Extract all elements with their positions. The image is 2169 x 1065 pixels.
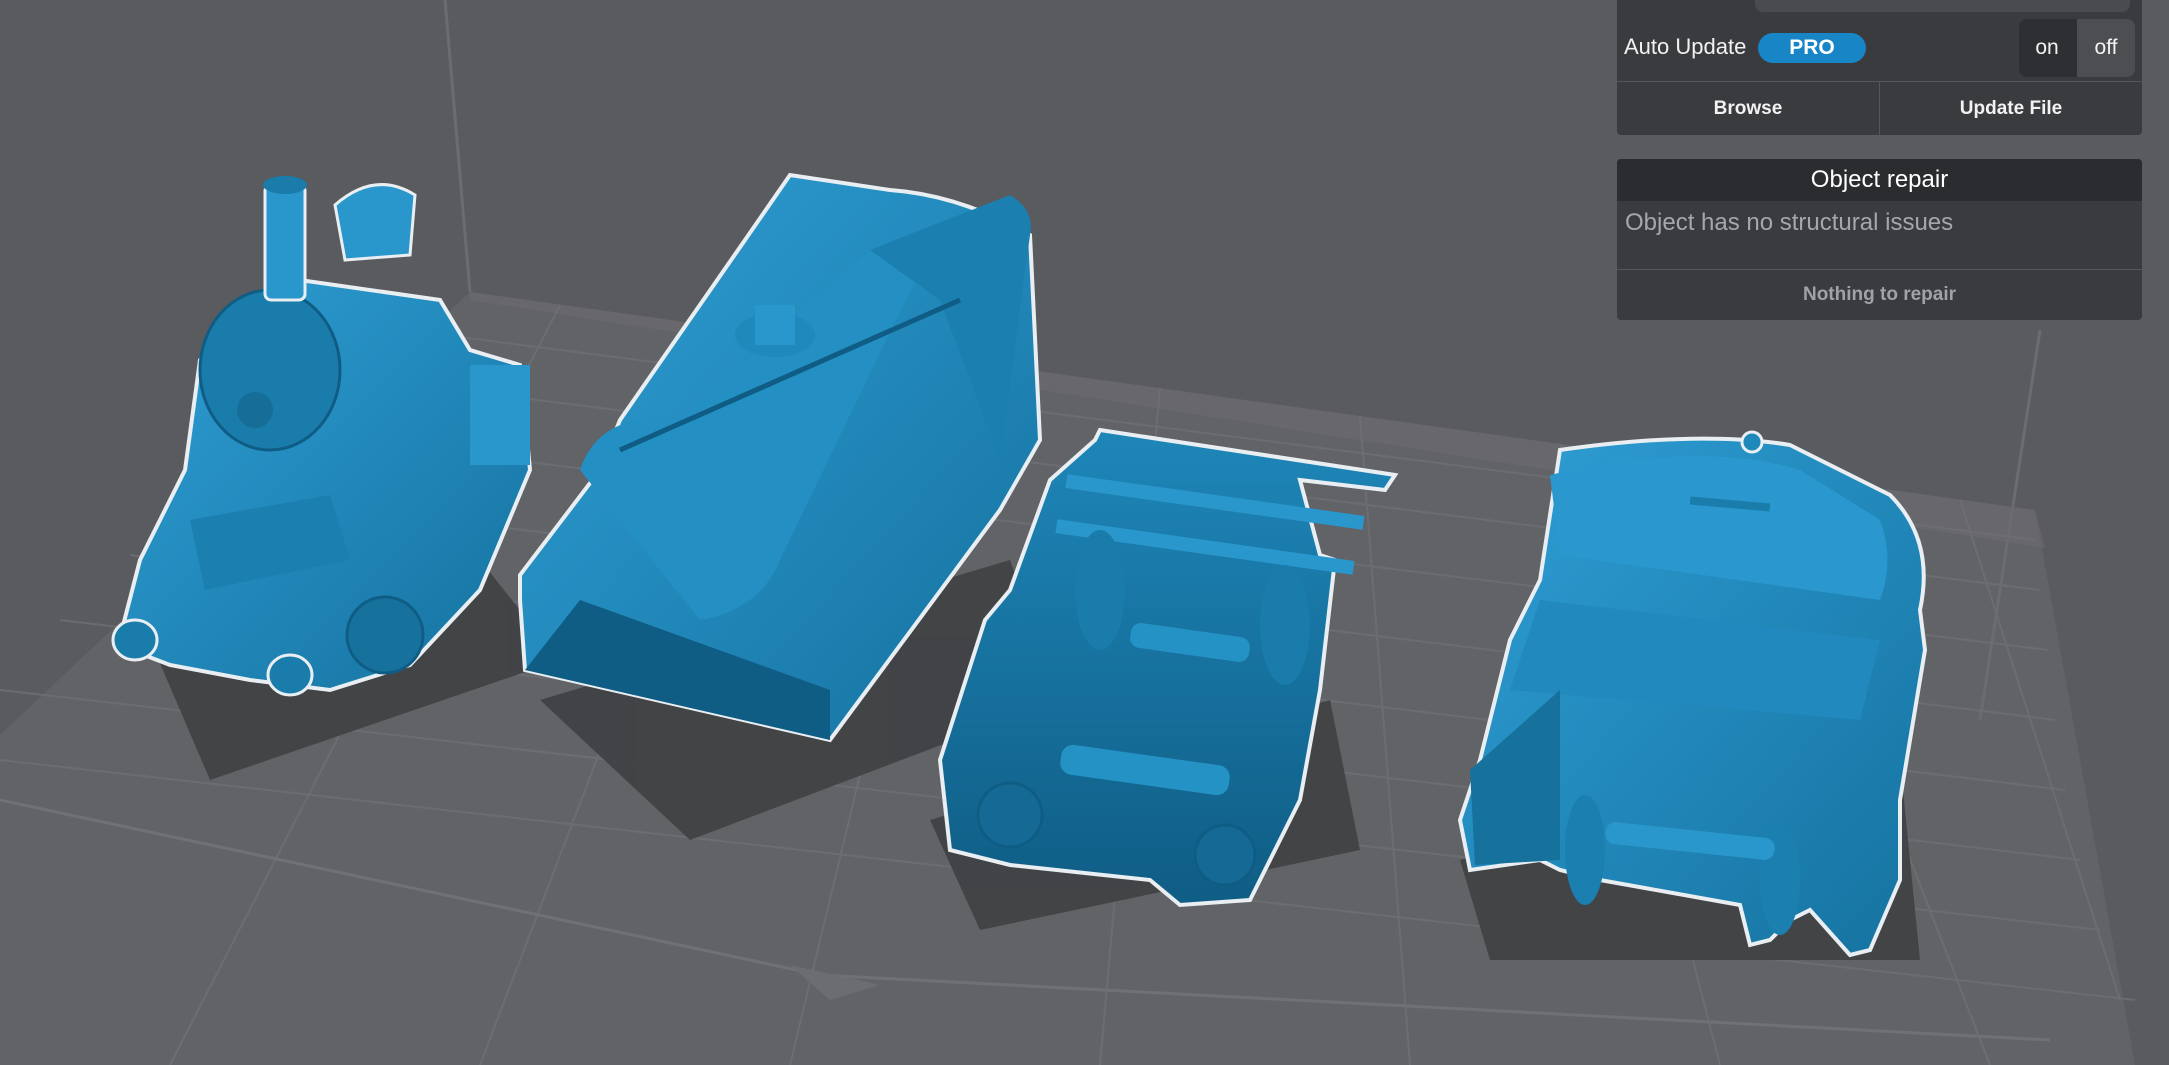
auto-update-label: Auto Update xyxy=(1624,34,1747,59)
toggle-on-option[interactable]: on xyxy=(2019,19,2075,77)
nothing-to-repair-button[interactable]: Nothing to repair xyxy=(1617,269,2142,320)
update-file-button[interactable]: Update File xyxy=(1880,82,2142,135)
file-path-field[interactable] xyxy=(1755,0,2130,12)
toggle-off-option[interactable]: off xyxy=(2077,19,2135,77)
auto-update-toggle[interactable]: on off xyxy=(2019,19,2135,77)
browse-button[interactable]: Browse xyxy=(1617,82,1879,135)
object-repair-panel: Object repair Object has no structural i… xyxy=(1617,159,2142,320)
panel-title: Object repair xyxy=(1617,159,2142,201)
repair-status-message: Object has no structural issues xyxy=(1625,209,1954,236)
file-update-panel: Auto Update PRO on off Browse Update Fil… xyxy=(1617,0,2142,135)
pro-badge: PRO xyxy=(1758,33,1866,63)
